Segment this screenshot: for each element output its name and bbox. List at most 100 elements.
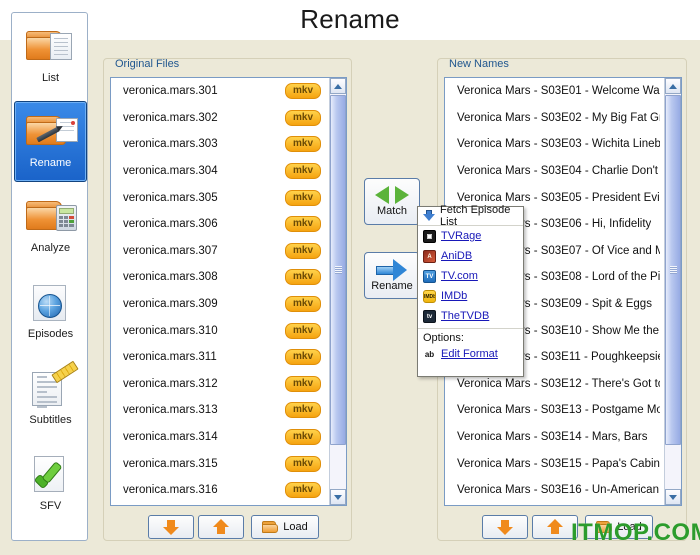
table-row[interactable]: veronica.mars.307 mkv xyxy=(111,238,329,265)
table-row[interactable]: Veronica Mars - S03E16 - Un-American Gra… xyxy=(445,477,664,504)
sidebar-item-label: List xyxy=(41,72,60,84)
table-row[interactable]: Veronica Mars - S03E15 - Papa's Cabin xyxy=(445,450,664,477)
right-arrow-icon xyxy=(375,258,409,282)
table-row[interactable]: Veronica Mars - S03E01 - Welcome Wagon xyxy=(445,78,664,105)
fetch-source-link[interactable]: AniDB xyxy=(441,250,472,262)
file-name: veronica.mars.303 xyxy=(123,138,218,151)
file-name: veronica.mars.314 xyxy=(123,431,218,444)
table-row[interactable]: veronica.mars.313 mkv xyxy=(111,397,329,424)
table-row[interactable]: veronica.mars.312 mkv xyxy=(111,371,329,398)
edit-format-item[interactable]: ab Edit Format xyxy=(418,344,523,364)
fetch-source-item[interactable]: A AniDB xyxy=(418,246,523,266)
original-files-group: Original Files veronica.mars.301 mkv veron… xyxy=(103,58,352,541)
table-row[interactable]: veronica.mars.316 mkv xyxy=(111,477,329,504)
new-name: Veronica Mars - S03E12 - There's Got to … xyxy=(457,377,660,390)
file-name: veronica.mars.301 xyxy=(123,85,218,98)
sidebar: List Rename Analyze Episodes Subtitles S… xyxy=(11,12,88,541)
table-row[interactable]: veronica.mars.304 mkv xyxy=(111,158,329,185)
edit-format-link[interactable]: Edit Format xyxy=(441,348,498,360)
original-move-up-button[interactable] xyxy=(198,515,244,539)
extension-badge: mkv xyxy=(284,375,321,392)
original-files-listbox[interactable]: veronica.mars.301 mkv veronica.mars.302 mkv… xyxy=(110,77,347,506)
fetch-source-link[interactable]: TV.com xyxy=(441,270,478,282)
table-row[interactable]: Veronica Mars - S03E02 - My Big Fat Gree… xyxy=(445,105,664,132)
original-move-down-button[interactable] xyxy=(148,515,194,539)
table-row[interactable]: veronica.mars.306 mkv xyxy=(111,211,329,238)
scrollbar-thumb[interactable] xyxy=(330,95,346,445)
extension-badge: mkv xyxy=(284,83,321,100)
table-row[interactable]: veronica.mars.309 mkv xyxy=(111,291,329,318)
fetch-source-item[interactable]: ▣ TVRage xyxy=(418,226,523,246)
scroll-down-button[interactable] xyxy=(330,489,346,505)
folder-open-icon xyxy=(596,521,613,533)
new-move-up-button[interactable] xyxy=(532,515,578,539)
extension-badge: mkv xyxy=(284,296,321,313)
fetch-source-link[interactable]: TVRage xyxy=(441,230,481,242)
popup-header-label: Fetch Episode List xyxy=(440,204,511,228)
folder-open-icon xyxy=(262,521,279,533)
page-ruler-icon xyxy=(24,360,79,413)
scrollbar-grip-icon xyxy=(670,266,677,274)
scrollbar-thumb[interactable] xyxy=(665,95,681,445)
extension-badge: mkv xyxy=(284,482,321,499)
table-row[interactable]: Veronica Mars - S03E14 - Mars, Bars xyxy=(445,424,664,451)
table-row[interactable]: veronica.mars.305 mkv xyxy=(111,184,329,211)
extension-badge: mkv xyxy=(284,269,321,286)
original-files-rows: veronica.mars.301 mkv veronica.mars.302 mkv… xyxy=(111,78,329,505)
extension-badge: mkv xyxy=(284,216,321,233)
table-row[interactable]: veronica.mars.314 mkv xyxy=(111,424,329,451)
new-name: Veronica Mars - S03E04 - Charlie Don't S… xyxy=(457,165,660,178)
sidebar-item-subtitles[interactable]: Subtitles xyxy=(14,359,87,440)
new-name: Veronica Mars - S03E16 - Un-American Gra… xyxy=(457,484,660,497)
extension-badge: mkv xyxy=(284,109,321,126)
new-move-down-button[interactable] xyxy=(482,515,528,539)
file-name: veronica.mars.306 xyxy=(123,218,218,231)
new-names-scrollbar[interactable] xyxy=(664,78,681,505)
sidebar-item-sfv[interactable]: SFV xyxy=(14,445,87,526)
load-button-label: Load xyxy=(283,521,308,533)
fetch-source-link[interactable]: IMDb xyxy=(441,290,467,302)
fetch-episode-list-popup[interactable]: Fetch Episode List ▣ TVRage A AniDB TV TV.com… xyxy=(417,204,524,377)
sidebar-item-list[interactable]: List xyxy=(14,17,87,98)
tvrage-favicon: ▣ xyxy=(423,229,436,243)
table-row[interactable]: Veronica Mars - S03E03 - Wichita Linebac… xyxy=(445,131,664,158)
original-load-button[interactable]: Load xyxy=(251,515,319,539)
table-row[interactable]: Veronica Mars - S03E13 - Postgame Mortem xyxy=(445,397,664,424)
extension-badge: mkv xyxy=(284,163,321,180)
page-globe-icon xyxy=(24,277,78,327)
folder-calculator-icon xyxy=(24,191,78,241)
table-row[interactable]: Veronica Mars - S03E04 - Charlie Don't S… xyxy=(445,158,664,185)
scrollbar-grip-icon xyxy=(335,266,342,274)
scroll-up-button[interactable] xyxy=(665,78,681,94)
fetch-source-item[interactable]: TV TV.com xyxy=(418,266,523,286)
rename-button[interactable]: Rename xyxy=(364,252,420,299)
tvcom-favicon: TV xyxy=(423,269,436,283)
sidebar-item-episodes[interactable]: Episodes xyxy=(14,273,87,354)
table-row[interactable]: veronica.mars.311 mkv xyxy=(111,344,329,371)
table-row[interactable]: veronica.mars.315 mkv xyxy=(111,450,329,477)
table-row[interactable]: veronica.mars.302 mkv xyxy=(111,105,329,132)
folder-document-icon xyxy=(24,21,78,71)
left-right-arrows-icon xyxy=(375,183,409,207)
download-icon xyxy=(423,209,435,223)
table-row[interactable]: veronica.mars.303 mkv xyxy=(111,131,329,158)
new-name: Veronica Mars - S03E01 - Welcome Wagon xyxy=(457,85,660,98)
popup-header: Fetch Episode List xyxy=(418,204,523,228)
file-name: veronica.mars.313 xyxy=(123,404,218,417)
page-title: Rename xyxy=(300,4,400,34)
abc-format-icon: ab xyxy=(423,347,436,361)
sidebar-item-label: Episodes xyxy=(27,328,74,340)
scroll-up-button[interactable] xyxy=(330,78,346,94)
new-load-button[interactable]: Load xyxy=(585,515,653,539)
fetch-source-item[interactable]: tv TheTVDB xyxy=(418,306,523,326)
table-row[interactable]: veronica.mars.310 mkv xyxy=(111,317,329,344)
sidebar-item-analyze[interactable]: Analyze xyxy=(14,187,87,268)
match-button[interactable]: Match xyxy=(364,178,420,225)
scroll-down-button[interactable] xyxy=(665,489,681,505)
table-row[interactable]: veronica.mars.301 mkv xyxy=(111,78,329,105)
fetch-source-link[interactable]: TheTVDB xyxy=(441,310,489,322)
fetch-source-item[interactable]: IMDb IMDb xyxy=(418,286,523,306)
sidebar-item-rename[interactable]: Rename xyxy=(14,101,87,182)
original-files-scrollbar[interactable] xyxy=(329,78,346,505)
table-row[interactable]: veronica.mars.308 mkv xyxy=(111,264,329,291)
